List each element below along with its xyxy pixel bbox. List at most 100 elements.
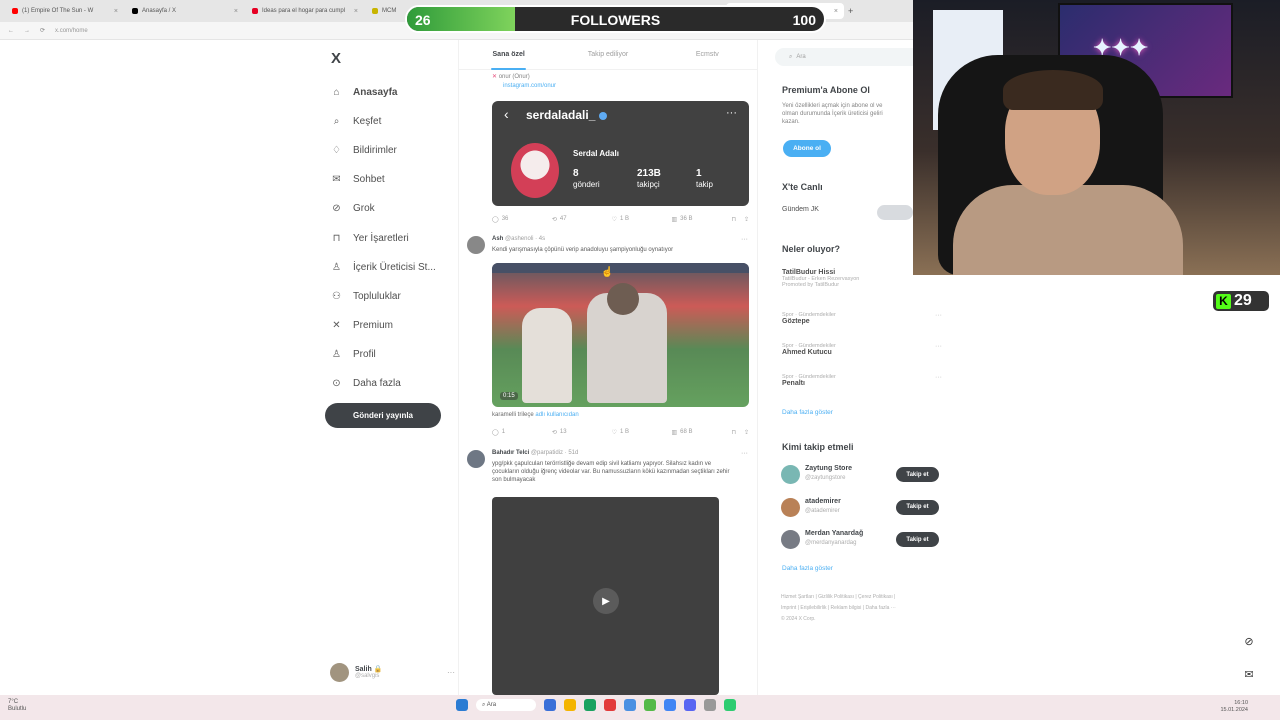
nav-item-mail[interactable]: ✉ Sohbet bbox=[331, 165, 461, 194]
nav-item-more-circle[interactable]: ⊙ Daha fazla bbox=[331, 369, 461, 398]
account-switcher[interactable]: Salih 🔒 @salvgis ··· bbox=[330, 660, 455, 684]
instagram-profile-card[interactable]: ‹ serdaladali_ ··· Serdal Adalı 8 gönderi… bbox=[492, 101, 749, 206]
url-field[interactable]: x.com/home bbox=[55, 28, 88, 34]
nav-item-bell[interactable]: ♢ Bildirimler bbox=[331, 136, 461, 165]
reply-button[interactable]: ◯ 36 bbox=[492, 214, 552, 224]
new-tab-button[interactable]: + bbox=[848, 6, 853, 16]
repost-button[interactable]: ⟲ 47 bbox=[552, 214, 612, 224]
ig-stat-followers: 213B takipçi bbox=[637, 168, 661, 189]
trend-item[interactable]: Spor · Gündemdekiler Göztepe ··· bbox=[782, 312, 942, 325]
repost-button[interactable]: ⟲ 13 bbox=[552, 427, 612, 437]
nav-label: Bildirimler bbox=[353, 145, 397, 157]
footer-line[interactable]: Hizmet Şartları | Gizlilik Politikası | … bbox=[781, 592, 941, 603]
more-icon[interactable]: ··· bbox=[935, 343, 942, 350]
tweet-video[interactable]: 0:15 bbox=[492, 263, 749, 407]
nav-item-communities[interactable]: ⚇ Topluluklar bbox=[331, 282, 461, 311]
nav-item-grok[interactable]: ⊘ Grok bbox=[331, 194, 461, 223]
avatar[interactable] bbox=[467, 450, 485, 468]
show-more-trends[interactable]: Daha fazla göster bbox=[782, 409, 833, 416]
more-icon[interactable]: ··· bbox=[741, 236, 748, 243]
avatar[interactable] bbox=[781, 465, 800, 484]
bookmark-icon[interactable]: ⊓ bbox=[731, 216, 736, 223]
browser-tab[interactable]: Ideas para el hogar para cumpl × bbox=[246, 3, 364, 19]
app-icon[interactable] bbox=[644, 699, 656, 711]
search-icon: ⌕ bbox=[333, 116, 340, 128]
back-icon[interactable]: ← bbox=[8, 28, 14, 34]
tab-for-you[interactable]: Sana özel bbox=[459, 40, 558, 70]
share-icon[interactable]: ⇪ bbox=[744, 429, 749, 436]
forward-icon[interactable]: → bbox=[24, 28, 30, 34]
discord-icon[interactable] bbox=[684, 699, 696, 711]
follow-suggestion[interactable]: Zaytung Store @zaytungstore Takip et bbox=[781, 463, 941, 485]
share-icon[interactable]: ⇪ bbox=[744, 216, 749, 223]
avatar[interactable] bbox=[781, 497, 800, 517]
grok-icon[interactable]: ⊘ bbox=[1238, 630, 1260, 652]
bookmark-icon[interactable]: ⊓ bbox=[731, 429, 736, 436]
close-icon[interactable]: × bbox=[114, 8, 118, 15]
tab-following[interactable]: Takip ediliyor bbox=[558, 40, 657, 70]
avatar[interactable] bbox=[781, 530, 800, 549]
like-button[interactable]: ♡ 1 B bbox=[612, 214, 672, 224]
follow-button[interactable]: Takip et bbox=[896, 532, 939, 547]
opera-icon[interactable] bbox=[604, 699, 616, 711]
more-icon[interactable]: ··· bbox=[741, 450, 748, 457]
close-icon[interactable]: × bbox=[834, 8, 838, 15]
avatar[interactable] bbox=[467, 236, 485, 254]
share-actions: ⊓ ⇪ bbox=[731, 214, 749, 224]
caption-link[interactable]: adlı kullanıcıdan bbox=[535, 412, 578, 418]
like-button[interactable]: ♡ 1 B bbox=[612, 427, 672, 437]
taskbar-search[interactable]: ⌕ Ara bbox=[476, 699, 536, 711]
tweet-text: Kendi yarışmasıyla çöpünü verip anadoluy… bbox=[492, 247, 674, 253]
live-item[interactable]: Gündem JK bbox=[782, 206, 819, 214]
app-icon[interactable] bbox=[544, 699, 556, 711]
weather-widget[interactable]: 7°C Bulutlu bbox=[8, 699, 26, 713]
chart-icon: ▥ bbox=[671, 429, 678, 436]
reply-button[interactable]: ◯ 1 bbox=[492, 427, 552, 437]
system-clock[interactable]: 16:10 15.01.2024 bbox=[1220, 700, 1248, 714]
app-icon[interactable] bbox=[624, 699, 636, 711]
follow-suggestion[interactable]: Merdan Yanardağ @merdanyanardag Takip et bbox=[781, 528, 941, 550]
tweet-video[interactable]: ▶ bbox=[492, 497, 719, 695]
more-icon[interactable]: ··· bbox=[447, 668, 455, 677]
follow-suggestion[interactable]: atademirer @atademirer Takip et bbox=[781, 496, 941, 518]
play-icon[interactable]: ▶ bbox=[593, 588, 619, 614]
nav-item-bookmark[interactable]: ⊓ Yer İşaretleri bbox=[331, 223, 461, 252]
close-icon[interactable]: × bbox=[234, 8, 238, 15]
tab-label: Ideas para el hogar para cumpl bbox=[262, 8, 346, 14]
x-logo[interactable]: X bbox=[331, 50, 341, 67]
follow-button[interactable]: Takip et bbox=[896, 499, 939, 515]
views-button[interactable]: ▥ 36 B bbox=[671, 214, 731, 224]
browser-tab[interactable]: Anasayfa / X × bbox=[126, 3, 244, 19]
reload-icon[interactable]: ⟳ bbox=[40, 27, 45, 34]
trend-item[interactable]: Spor · Gündemdekiler Ahmed Kutucu ··· bbox=[782, 343, 942, 356]
app-icon[interactable] bbox=[724, 699, 736, 711]
trend-item[interactable]: Spor · Gündemdekiler Penaltı ··· bbox=[782, 374, 942, 387]
folder-icon[interactable] bbox=[564, 699, 576, 711]
tab-list[interactable]: Ecmstv bbox=[658, 40, 757, 70]
close-icon[interactable]: × bbox=[354, 8, 358, 15]
quote-link[interactable]: instagram.com/onur bbox=[503, 83, 556, 89]
browser-tab[interactable]: (1) Empire Of The Sun - W × bbox=[6, 3, 124, 19]
nav-item-x[interactable]: ✕ Premium bbox=[331, 311, 461, 340]
start-icon[interactable] bbox=[456, 699, 468, 711]
ig-stat-posts: 8 gönderi bbox=[573, 168, 600, 189]
follow-button[interactable]: Takip et bbox=[896, 467, 939, 482]
more-icon[interactable]: ··· bbox=[935, 312, 942, 319]
nav-item-person[interactable]: ♙ Profil bbox=[331, 340, 461, 369]
player-head bbox=[607, 283, 639, 315]
nav-item-creator[interactable]: ♙ İçerik Üreticisi St... bbox=[331, 253, 461, 282]
settings-icon[interactable] bbox=[704, 699, 716, 711]
footer-line[interactable]: Imprint | Erişilebilirlik | Reklam bilgi… bbox=[781, 603, 941, 614]
search-input[interactable]: ⌕ Ara bbox=[775, 48, 925, 66]
show-more-follows[interactable]: Daha fazla göster bbox=[782, 565, 833, 572]
nav-item-search[interactable]: ⌕ Keşfet bbox=[331, 107, 461, 136]
mail-icon[interactable]: ✉ bbox=[1238, 663, 1260, 685]
post-button[interactable]: Gönderi yayınla bbox=[325, 403, 441, 428]
chrome-icon[interactable] bbox=[664, 699, 676, 711]
views-button[interactable]: ▥ 68 B bbox=[671, 427, 731, 437]
subscribe-button[interactable]: Abone ol bbox=[783, 140, 831, 157]
nav-item-home[interactable]: ⌂ Anasayfa bbox=[331, 78, 461, 107]
app-icon[interactable] bbox=[584, 699, 596, 711]
more-icon[interactable]: ··· bbox=[935, 374, 942, 381]
nav-label: Premium bbox=[353, 319, 394, 331]
